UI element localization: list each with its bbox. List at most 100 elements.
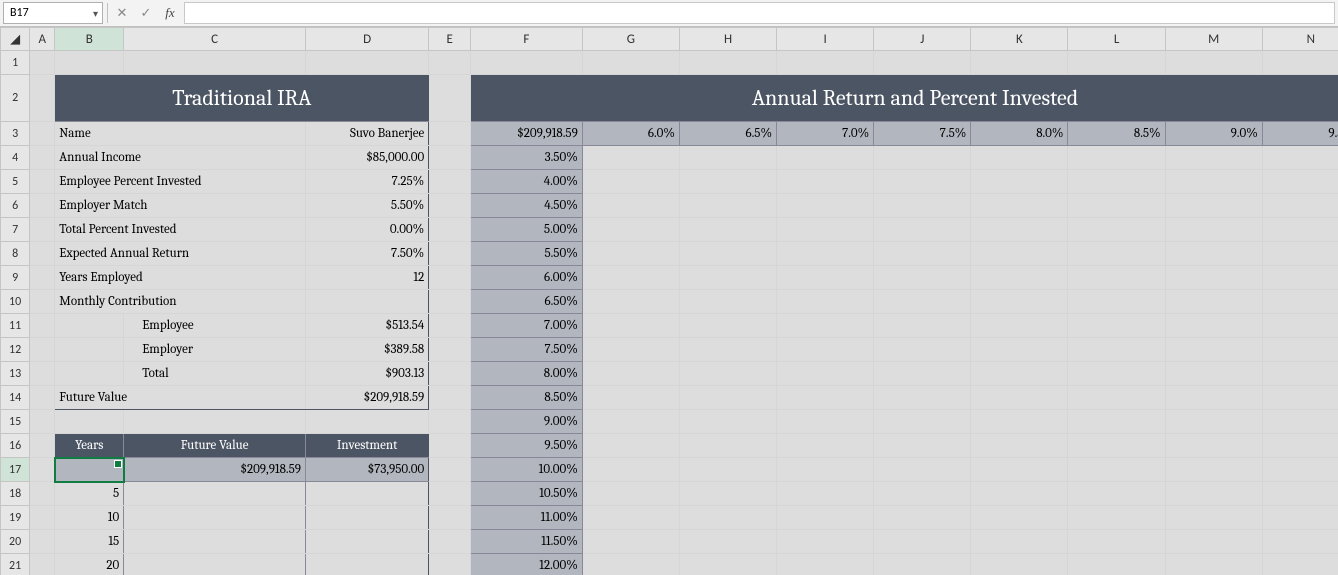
cell-M10[interactable] bbox=[1165, 290, 1262, 314]
cell-N17[interactable] bbox=[1262, 458, 1338, 482]
row-head-3[interactable]: 3 bbox=[1, 122, 30, 146]
cell-C17[interactable]: $209,918.59 bbox=[124, 458, 306, 482]
col-head-H[interactable]: H bbox=[679, 28, 776, 51]
cell-I10[interactable] bbox=[777, 290, 874, 314]
cell-L10[interactable] bbox=[1068, 290, 1165, 314]
cell-L18[interactable] bbox=[1068, 482, 1165, 506]
cell-N10[interactable] bbox=[1262, 290, 1338, 314]
cell-E20[interactable] bbox=[429, 530, 471, 554]
cell-K3[interactable]: 8.0% bbox=[971, 122, 1068, 146]
cell-A5[interactable] bbox=[30, 170, 55, 194]
cell-C11[interactable]: Employee bbox=[124, 314, 306, 338]
cell-A11[interactable] bbox=[30, 314, 55, 338]
cell-G16[interactable] bbox=[582, 434, 679, 458]
row-head-7[interactable]: 7 bbox=[1, 218, 30, 242]
cell-G11[interactable] bbox=[582, 314, 679, 338]
cell-N1[interactable] bbox=[1262, 51, 1338, 75]
cell-E5[interactable] bbox=[429, 170, 471, 194]
cell-I18[interactable] bbox=[777, 482, 874, 506]
cell-L20[interactable] bbox=[1068, 530, 1165, 554]
cell-I19[interactable] bbox=[777, 506, 874, 530]
row-head-10[interactable]: 10 bbox=[1, 290, 30, 314]
cell-K12[interactable] bbox=[971, 338, 1068, 362]
cell-N16[interactable] bbox=[1262, 434, 1338, 458]
cell-G1[interactable] bbox=[582, 51, 679, 75]
cell-I16[interactable] bbox=[777, 434, 874, 458]
cell-I11[interactable] bbox=[777, 314, 874, 338]
cell-F3[interactable]: $209,918.59 bbox=[471, 122, 583, 146]
row-head-20[interactable]: 20 bbox=[1, 530, 30, 554]
cell-G6[interactable] bbox=[582, 194, 679, 218]
cell-H1[interactable] bbox=[679, 51, 776, 75]
cell-C21[interactable] bbox=[124, 554, 306, 575]
cell-K21[interactable] bbox=[971, 554, 1068, 575]
cell-I3[interactable]: 7.0% bbox=[777, 122, 874, 146]
cell-B19[interactable]: 10 bbox=[55, 506, 124, 530]
cell-G19[interactable] bbox=[582, 506, 679, 530]
cell-N20[interactable] bbox=[1262, 530, 1338, 554]
col-head-N[interactable]: N bbox=[1262, 28, 1338, 51]
cell-G9[interactable] bbox=[582, 266, 679, 290]
cell-D9[interactable]: 12 bbox=[305, 266, 428, 290]
cell-H21[interactable] bbox=[679, 554, 776, 575]
cell-A2[interactable] bbox=[30, 75, 55, 122]
cell-H8[interactable] bbox=[679, 242, 776, 266]
cell-M11[interactable] bbox=[1165, 314, 1262, 338]
row-head-5[interactable]: 5 bbox=[1, 170, 30, 194]
cancel-formula-button[interactable]: ✕ bbox=[110, 0, 134, 26]
cell-L1[interactable] bbox=[1068, 51, 1165, 75]
cell-K9[interactable] bbox=[971, 266, 1068, 290]
cell-A19[interactable] bbox=[30, 506, 55, 530]
cell-F6[interactable]: 4.50% bbox=[471, 194, 583, 218]
cell-G10[interactable] bbox=[582, 290, 679, 314]
cell-I4[interactable] bbox=[777, 146, 874, 170]
cell-F19[interactable]: 11.00% bbox=[471, 506, 583, 530]
cell-G3[interactable]: 6.0% bbox=[582, 122, 679, 146]
cell-E15[interactable] bbox=[429, 410, 471, 434]
cell-M7[interactable] bbox=[1165, 218, 1262, 242]
cell-M18[interactable] bbox=[1165, 482, 1262, 506]
cell-N7[interactable] bbox=[1262, 218, 1338, 242]
cell-H5[interactable] bbox=[679, 170, 776, 194]
cell-J1[interactable] bbox=[874, 51, 971, 75]
cell-H10[interactable] bbox=[679, 290, 776, 314]
col-head-L[interactable]: L bbox=[1068, 28, 1165, 51]
cell-J8[interactable] bbox=[874, 242, 971, 266]
cell-I21[interactable] bbox=[777, 554, 874, 575]
cell-D4[interactable]: $85,000.00 bbox=[305, 146, 428, 170]
cell-C15[interactable] bbox=[124, 410, 306, 434]
cell-H11[interactable] bbox=[679, 314, 776, 338]
cell-D7[interactable]: 0.00% bbox=[305, 218, 428, 242]
row-head-4[interactable]: 4 bbox=[1, 146, 30, 170]
cell-H13[interactable] bbox=[679, 362, 776, 386]
cell-H7[interactable] bbox=[679, 218, 776, 242]
cell-I20[interactable] bbox=[777, 530, 874, 554]
cell-F11[interactable]: 7.00% bbox=[471, 314, 583, 338]
cell-M1[interactable] bbox=[1165, 51, 1262, 75]
cell-A13[interactable] bbox=[30, 362, 55, 386]
cell-M15[interactable] bbox=[1165, 410, 1262, 434]
col-head-A[interactable]: A bbox=[30, 28, 55, 51]
col-head-M[interactable]: M bbox=[1165, 28, 1262, 51]
row-head-15[interactable]: 15 bbox=[1, 410, 30, 434]
cell-H16[interactable] bbox=[679, 434, 776, 458]
cell-A4[interactable] bbox=[30, 146, 55, 170]
cell-F13[interactable]: 8.00% bbox=[471, 362, 583, 386]
col-head-G[interactable]: G bbox=[582, 28, 679, 51]
col-head-B[interactable]: B bbox=[55, 28, 124, 51]
cell-D14[interactable]: $209,918.59 bbox=[305, 386, 428, 410]
cell-K17[interactable] bbox=[971, 458, 1068, 482]
cell-J19[interactable] bbox=[874, 506, 971, 530]
cell-H20[interactable] bbox=[679, 530, 776, 554]
cell-L8[interactable] bbox=[1068, 242, 1165, 266]
cell-K19[interactable] bbox=[971, 506, 1068, 530]
cell-N6[interactable] bbox=[1262, 194, 1338, 218]
cell-F8[interactable]: 5.50% bbox=[471, 242, 583, 266]
row-head-18[interactable]: 18 bbox=[1, 482, 30, 506]
cell-N13[interactable] bbox=[1262, 362, 1338, 386]
cell-M12[interactable] bbox=[1165, 338, 1262, 362]
cell-L13[interactable] bbox=[1068, 362, 1165, 386]
cell-D20[interactable] bbox=[305, 530, 428, 554]
cell-D1[interactable] bbox=[305, 51, 428, 75]
spreadsheet-grid[interactable]: ◢ A B C D E F G H I J K L M N 1 bbox=[0, 27, 1338, 575]
